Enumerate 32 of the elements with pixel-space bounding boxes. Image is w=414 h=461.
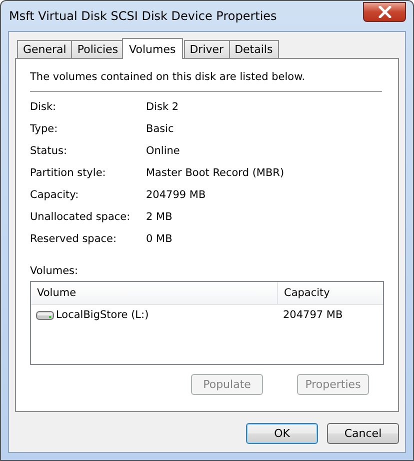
dialog-button[interactable]: Cancel [327,423,399,444]
window-title: Msft Virtual Disk SCSI Disk Device Properties [8,9,277,23]
property-label: Partition style: [30,166,107,181]
dialog-button[interactable]: OK [246,423,318,444]
property-value: Disk 2 [146,100,180,115]
drive-icon [36,310,54,320]
volumes-label: Volumes: [30,265,80,277]
tab[interactable]: Details [228,40,279,58]
property-value: Online [146,144,181,159]
column-header[interactable]: Capacity [278,282,383,304]
property-value: 204799 MB [146,188,207,203]
volume-capacity: 204797 MB [282,309,343,321]
close-icon [378,6,392,18]
column-header[interactable]: Volume [31,282,278,304]
tab[interactable]: Volumes [122,38,183,59]
property-label: Unallocated space: [30,210,132,225]
intro-text: The volumes contained on this disk are listed below. [30,70,306,85]
tab[interactable]: Driver [184,40,230,58]
property-value: Basic [146,122,175,137]
property-label: Status: [30,144,68,159]
tab[interactable]: General [17,40,72,58]
property-label: Type: [30,122,59,137]
property-value: Master Boot Record (MBR) [146,166,286,181]
volume-name[interactable]: LocalBigStore (L:) [56,309,149,321]
property-value: 2 MB [146,210,174,225]
property-value: 0 MB [146,232,174,247]
volumes-list[interactable]: Volume Capacity LocalBigStore (L:) 204797 MB [30,281,384,365]
property-label: Reserved space: [30,232,118,247]
property-label: Disk: [30,100,58,115]
property-label: Capacity: [30,188,80,203]
tab[interactable]: Policies [71,40,124,58]
close-button[interactable] [363,2,406,22]
